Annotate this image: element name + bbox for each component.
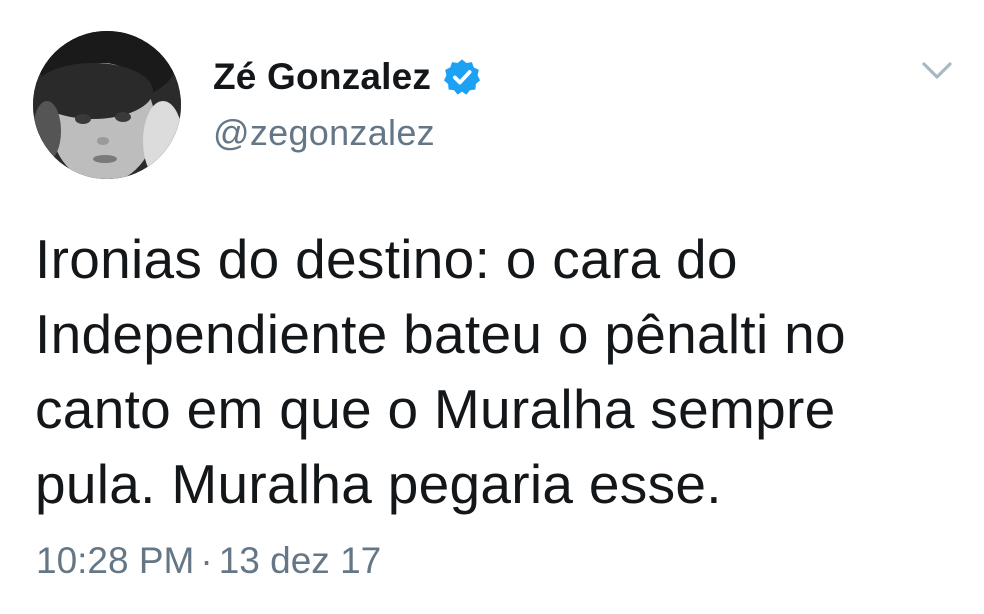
tweet-text-line: canto em que o Muralha sempre	[35, 378, 836, 440]
meta-separator: ·	[200, 540, 213, 581]
user-handle[interactable]: @zegonzalez	[213, 112, 435, 154]
tweet-text-line: Ironias do destino: o cara do	[35, 228, 738, 290]
display-name[interactable]: Zé Gonzalez	[213, 56, 431, 98]
tweet-date: 13 dez 17	[218, 540, 382, 581]
author-name-row: Zé Gonzalez	[213, 52, 481, 102]
tweet-text-line: Independiente bateu o pênalti no	[35, 303, 846, 365]
tweet-time: 10:28 PM	[36, 540, 195, 581]
avatar[interactable]	[33, 31, 181, 179]
tweet-timestamp[interactable]: 10:28 PM · 13 dez 17	[36, 540, 381, 582]
tweet-text-line: pula. Muralha pegaria esse.	[35, 453, 722, 515]
tweet-card: Zé Gonzalez @zegonzalez Ironias do desti…	[0, 0, 984, 614]
verified-badge-icon	[443, 58, 481, 96]
avatar-image	[33, 31, 181, 179]
chevron-down-icon[interactable]	[917, 56, 957, 86]
tweet-text: Ironias do destino: o cara do Independie…	[35, 222, 955, 522]
